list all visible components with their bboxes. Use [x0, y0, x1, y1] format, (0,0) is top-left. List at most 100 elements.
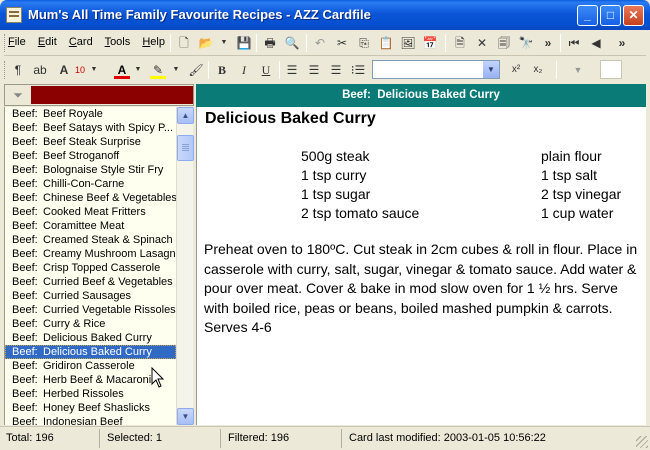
menu-tools[interactable]: Tools: [105, 36, 131, 48]
nav-overflow-icon[interactable]: »: [614, 35, 630, 51]
toolbar-options-dropdown-icon[interactable]: ▼: [570, 62, 586, 78]
menu-edit[interactable]: Edit: [38, 36, 57, 48]
menu-file[interactable]: File: [8, 36, 26, 48]
bold-icon[interactable]: B: [214, 62, 230, 78]
list-item[interactable]: Beef: Creamy Mushroom Lasagne: [5, 247, 176, 261]
maximize-icon: □: [606, 8, 615, 22]
font-size-dropdown-icon[interactable]: ▼: [86, 62, 102, 78]
filter-input[interactable]: [31, 86, 193, 104]
list-item[interactable]: Beef: Beef Steak Surprise: [5, 135, 176, 149]
spell-check-icon[interactable]: ab: [32, 62, 48, 78]
list-item[interactable]: Beef: Curry & Rice: [5, 317, 176, 331]
copy-icon[interactable]: ⎘: [356, 35, 372, 51]
list-item-name: Beef Steak Surprise: [43, 136, 141, 148]
list-item-name: Creamed Steak & Spinach: [43, 234, 173, 246]
align-center-icon[interactable]: ☰: [306, 62, 322, 78]
list-item[interactable]: Beef: Creamed Steak & Spinach: [5, 233, 176, 247]
format-painter-icon[interactable]: 🖌: [188, 62, 204, 78]
bullets-icon[interactable]: ⁝☰: [350, 62, 366, 78]
print-icon[interactable]: 🖶: [262, 35, 278, 51]
card-editor[interactable]: Delicious Baked Curry 500g steak 1 tsp c…: [196, 107, 646, 425]
paste-icon[interactable]: 📋: [378, 35, 394, 51]
save-icon[interactable]: 💾: [236, 35, 252, 51]
style-select[interactable]: ▼: [372, 60, 500, 79]
list-item[interactable]: Beef: Indonesian Beef: [5, 415, 176, 425]
list-item-category: Beef:: [12, 192, 38, 204]
list-item-category: Beef:: [12, 360, 38, 372]
highlight-dropdown-icon[interactable]: ▼: [168, 62, 184, 78]
new-file-icon[interactable]: 🗋: [176, 35, 192, 51]
list-item[interactable]: Beef: Chilli-Con-Carne: [5, 177, 176, 191]
cardfile-app-icon[interactable]: [6, 7, 22, 23]
list-item[interactable]: Beef: Chinese Beef & Vegetables: [5, 191, 176, 205]
insert-picture-icon[interactable]: 🖼: [400, 35, 416, 51]
previous-card-icon[interactable]: ◀: [588, 35, 604, 51]
status-total: Total: 196: [2, 429, 100, 448]
scroll-up-icon[interactable]: ▲: [177, 107, 194, 124]
print-preview-icon[interactable]: 🔍: [284, 35, 300, 51]
show-formatting-icon[interactable]: ¶: [10, 62, 26, 78]
list-item[interactable]: Beef: Cooked Meat Fritters: [5, 205, 176, 219]
list-item[interactable]: Beef: Curried Sausages: [5, 289, 176, 303]
font-color-icon[interactable]: A: [114, 62, 130, 79]
list-item-category: Beef:: [12, 136, 38, 148]
open-folder-icon[interactable]: 📂: [198, 35, 214, 51]
find-icon[interactable]: 🔭: [518, 35, 534, 51]
list-item-name: Delicious Baked Curry: [43, 332, 152, 344]
list-item[interactable]: Beef: Beef Satays with Spicy P...: [5, 121, 176, 135]
list-item-category: Beef:: [12, 374, 38, 386]
recipe-title: Delicious Baked Curry: [205, 110, 376, 127]
italic-icon[interactable]: I: [236, 62, 252, 78]
title-bar: Mum's All Time Family Favourite Recipes …: [0, 0, 650, 30]
open-dropdown-icon[interactable]: ▼: [216, 35, 232, 51]
list-item[interactable]: Beef: Crisp Topped Casserole: [5, 261, 176, 275]
font-icon[interactable]: A: [56, 62, 72, 78]
align-left-icon[interactable]: ☰: [284, 62, 300, 78]
recipe-method: Preheat oven to 180ºC. Cut steak in 2cm …: [204, 241, 638, 335]
ingredient-left: 2 tsp tomato sauce: [301, 205, 420, 221]
card-properties-icon[interactable]: 🗐: [496, 35, 512, 51]
list-item[interactable]: Beef: Beef Royale: [5, 107, 176, 121]
insert-date-icon[interactable]: 📅: [422, 35, 438, 51]
list-item-name: Beef Satays with Spicy P...: [43, 122, 174, 134]
underline-icon[interactable]: U: [258, 62, 274, 78]
minimize-button[interactable]: _: [577, 5, 598, 26]
undo-icon[interactable]: ↶: [312, 35, 328, 51]
subscript-icon[interactable]: x₂: [530, 62, 546, 78]
menu-bar: File Edit Card Tools Help: [8, 36, 174, 48]
maximize-button[interactable]: □: [600, 5, 621, 26]
list-item-category: Beef:: [12, 108, 38, 120]
scroll-down-icon[interactable]: ▼: [177, 408, 194, 425]
list-item[interactable]: Beef: Bolognaise Style Stir Fry: [5, 163, 176, 177]
list-item[interactable]: Beef: Beef Stroganoff: [5, 149, 176, 163]
list-item-category: Beef:: [12, 304, 38, 316]
align-right-icon[interactable]: ☰: [328, 62, 344, 78]
resize-grip-icon[interactable]: [636, 436, 648, 448]
menu-card[interactable]: Card: [69, 36, 93, 48]
close-button[interactable]: ✕: [623, 5, 644, 26]
delete-card-icon[interactable]: ✕: [474, 35, 490, 51]
list-item[interactable]: Beef: Herbed Rissoles: [5, 387, 176, 401]
toolbar-overflow-icon[interactable]: »: [540, 35, 556, 51]
list-item-name: Honey Beef Shaslicks: [43, 402, 150, 414]
highlight-icon[interactable]: ✎: [150, 62, 166, 79]
menu-help[interactable]: Help: [142, 36, 165, 48]
list-item[interactable]: Beef: Delicious Baked Curry: [5, 331, 176, 345]
scroll-thumb[interactable]: [177, 135, 194, 161]
new-card-icon[interactable]: 🗎: [452, 35, 468, 51]
superscript-icon[interactable]: x²: [508, 62, 524, 78]
list-item[interactable]: Beef: Delicious Baked Curry: [5, 345, 176, 359]
toolbar-empty-field[interactable]: [600, 60, 622, 79]
filter-funnel-icon[interactable]: ⏷: [7, 87, 29, 103]
ingredient-left: 1 tsp sugar: [301, 186, 371, 202]
list-item-name: Indonesian Beef: [43, 416, 123, 425]
list-item-category: Beef:: [12, 276, 38, 288]
list-item[interactable]: Beef: Curried Vegetable Rissoles: [5, 303, 176, 317]
list-item[interactable]: Beef: Curried Beef & Vegetables: [5, 275, 176, 289]
list-scrollbar[interactable]: ▲ ▼: [176, 107, 194, 425]
cut-icon[interactable]: ✂: [334, 35, 350, 51]
list-item[interactable]: Beef: Coramittee Meat: [5, 219, 176, 233]
list-item[interactable]: Beef: Honey Beef Shaslicks: [5, 401, 176, 415]
font-color-dropdown-icon[interactable]: ▼: [130, 62, 146, 78]
first-card-icon[interactable]: ⏮: [566, 35, 582, 51]
